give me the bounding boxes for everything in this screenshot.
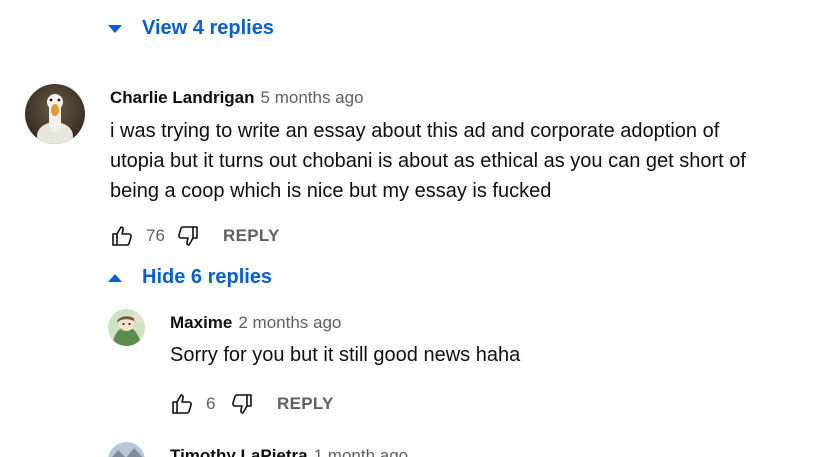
view-replies-label: View 4 replies — [142, 17, 274, 39]
reply-header: Timothy LaPietra 1 month ago — [170, 446, 408, 457]
thumbs-down-icon[interactable] — [176, 224, 200, 248]
reply-actions: 6 REPLY — [170, 392, 334, 416]
reply-timestamp[interactable]: 1 month ago — [314, 446, 409, 457]
thumbs-down-icon[interactable] — [230, 392, 254, 416]
avatar-maxime[interactable] — [108, 309, 145, 346]
hide-replies-toggle[interactable]: Hide 6 replies — [108, 266, 272, 289]
reply-button[interactable]: REPLY — [277, 394, 334, 414]
reply-text: Sorry for you but it still good news hah… — [170, 344, 521, 366]
reply-button[interactable]: REPLY — [223, 226, 280, 246]
avatar-timothy-lapietra[interactable] — [108, 442, 145, 457]
comment-actions: 76 REPLY — [110, 224, 280, 248]
avatar-landscape-image — [108, 442, 145, 457]
avatar-charlie-landrigan[interactable] — [25, 84, 85, 144]
thumbs-up-icon[interactable] — [170, 392, 194, 416]
comment-header: Charlie Landrigan 5 months ago — [110, 88, 364, 108]
avatar-goose-image — [25, 84, 85, 144]
hide-replies-label: Hide 6 replies — [142, 266, 273, 288]
comment-text: i was trying to write an essay about thi… — [110, 116, 813, 206]
comment-author[interactable]: Charlie Landrigan — [110, 88, 255, 107]
like-count: 76 — [146, 226, 165, 245]
comment-timestamp[interactable]: 5 months ago — [261, 88, 364, 107]
like-count: 6 — [206, 394, 216, 413]
comment-text-line: being a coop which is nice but my essay … — [110, 180, 552, 202]
comments-section: View 4 replies Charlie Landrigan 5 months… — [0, 0, 813, 457]
caret-up-icon — [108, 273, 122, 282]
reply-timestamp[interactable]: 2 months ago — [238, 313, 341, 332]
comment-text-line: i was trying to write an essay about thi… — [110, 120, 720, 142]
view-replies-toggle[interactable]: View 4 replies — [108, 17, 274, 40]
comment-text-line: utopia but it turns out chobani is about… — [110, 150, 746, 172]
reply-author[interactable]: Maxime — [170, 313, 232, 332]
reply-header: Maxime 2 months ago — [170, 313, 341, 333]
caret-down-icon — [108, 24, 122, 33]
reply-author[interactable]: Timothy LaPietra — [170, 446, 308, 457]
avatar-anime-image — [108, 309, 145, 346]
thumbs-up-icon[interactable] — [110, 224, 134, 248]
